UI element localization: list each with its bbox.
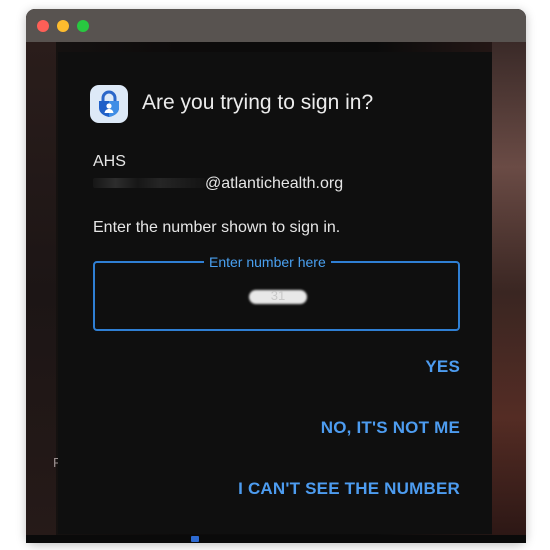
window-titlebar	[26, 9, 526, 42]
number-input-value[interactable]: 31	[249, 288, 307, 303]
account-email-domain: @atlantichealth.org	[205, 175, 344, 192]
redacted-username	[93, 178, 205, 188]
zoom-window-button[interactable]	[77, 20, 89, 32]
organization-name: AHS	[93, 153, 126, 170]
taskbar-app-icon	[191, 536, 199, 542]
close-window-button[interactable]	[37, 20, 49, 32]
number-input-label: Enter number here	[204, 254, 331, 270]
authenticator-lock-icon	[90, 85, 128, 123]
instruction-text: Enter the number shown to sign in.	[93, 219, 341, 236]
background-left-edge	[26, 42, 56, 543]
bottom-strip	[26, 535, 526, 543]
yes-button[interactable]: YES	[425, 357, 460, 377]
not-me-button[interactable]: NO, IT'S NOT ME	[321, 418, 460, 438]
minimize-window-button[interactable]	[57, 20, 69, 32]
cant-see-number-button[interactable]: I CAN'T SEE THE NUMBER	[238, 479, 460, 499]
background-right-edge	[492, 42, 526, 543]
dialog-title: Are you trying to sign in?	[142, 91, 374, 114]
